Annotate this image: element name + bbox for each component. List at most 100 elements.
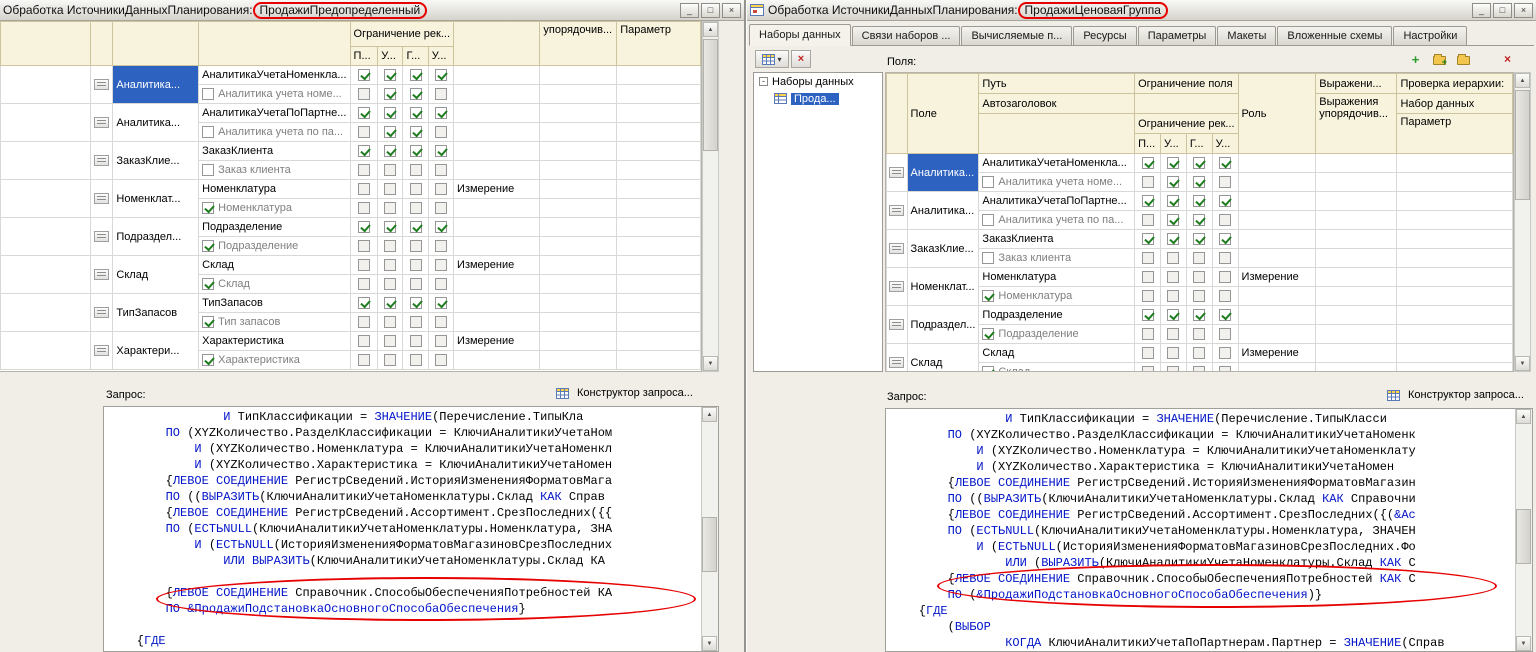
ordering-expression-cell[interactable] [1316, 249, 1397, 268]
checkbox-checked[interactable] [202, 240, 214, 252]
row-grip-cell[interactable] [90, 218, 113, 256]
field-path-cell[interactable]: Склад [199, 256, 350, 275]
ordering-expression-cell[interactable] [540, 256, 617, 275]
role-cell[interactable] [454, 85, 540, 104]
role-cell[interactable] [454, 275, 540, 294]
role-cell[interactable] [1238, 306, 1316, 325]
checkbox-checked[interactable] [202, 202, 214, 214]
checkbox-unchecked[interactable] [410, 164, 422, 176]
checkbox-unchecked[interactable] [358, 278, 370, 290]
field-path-cell[interactable]: АналитикаУчетаПоПартне... [199, 104, 350, 123]
autotitle-cell[interactable]: Заказ клиента [979, 249, 1135, 268]
ordering-expression-cell[interactable] [1316, 211, 1397, 230]
checkbox-checked[interactable] [410, 145, 422, 157]
scroll-down-arrow[interactable]: ▼ [1516, 636, 1531, 651]
row-grip-cell[interactable] [887, 230, 908, 268]
role-cell[interactable] [454, 237, 540, 256]
field-name-cell[interactable]: ЗаказКлие... [907, 230, 979, 268]
checkbox-checked[interactable] [435, 69, 447, 81]
ordering-expression-cell[interactable] [1316, 363, 1397, 373]
checkbox-checked[interactable] [1167, 176, 1179, 188]
checkbox-unchecked[interactable] [1167, 328, 1179, 340]
autotitle-cell[interactable]: Аналитика учета по па... [979, 211, 1135, 230]
ordering-expression-cell[interactable] [1316, 287, 1397, 306]
role-cell[interactable] [454, 123, 540, 142]
field-name-cell[interactable]: Аналитика... [113, 104, 199, 142]
checkbox-checked[interactable] [384, 126, 396, 138]
field-path-cell[interactable]: ТипЗапасов [199, 294, 350, 313]
checkbox-checked[interactable] [1219, 309, 1231, 321]
maximize-button[interactable]: □ [1493, 3, 1512, 18]
parameter-cell[interactable] [617, 199, 701, 218]
checkbox-checked[interactable] [1167, 157, 1179, 169]
ordering-expression-cell[interactable] [540, 66, 617, 85]
tab-3[interactable]: Вычисляемые п... [961, 26, 1072, 45]
role-cell[interactable] [454, 199, 540, 218]
parameter-cell[interactable] [617, 351, 701, 370]
checkbox-unchecked[interactable] [1219, 214, 1231, 226]
tab-1[interactable]: Наборы данных [749, 24, 851, 46]
checkbox-checked[interactable] [410, 126, 422, 138]
checkbox-unchecked[interactable] [435, 183, 447, 195]
parameter-cell[interactable] [617, 275, 701, 294]
checkbox-unchecked[interactable] [410, 316, 422, 328]
table-scrollbar[interactable]: ▲ ▼ [702, 21, 719, 372]
role-cell[interactable] [454, 104, 540, 123]
field-path-cell[interactable]: АналитикаУчетаПоПартне... [979, 192, 1135, 211]
field-name-cell[interactable]: Аналитика... [113, 66, 199, 104]
tree-item-dataset[interactable]: Прода... [754, 90, 882, 107]
checkbox-checked[interactable] [1219, 233, 1231, 245]
autotitle-cell[interactable]: Склад [979, 363, 1135, 373]
close-button[interactable]: × [1514, 3, 1533, 18]
checkbox-unchecked[interactable] [384, 335, 396, 347]
checkbox-unchecked[interactable] [410, 259, 422, 271]
ordering-expression-cell[interactable] [1316, 230, 1397, 249]
scroll-thumb[interactable] [1515, 90, 1530, 200]
checkbox-checked[interactable] [1142, 233, 1154, 245]
field-name-cell[interactable]: Характери... [113, 332, 199, 370]
role-cell[interactable] [1238, 230, 1316, 249]
add-field-button[interactable]: + [1407, 52, 1424, 68]
ordering-expression-cell[interactable] [540, 104, 617, 123]
autotitle-cell[interactable]: Номенклатура [199, 199, 350, 218]
role-cell[interactable] [454, 313, 540, 332]
ordering-expression-cell[interactable] [1316, 192, 1397, 211]
row-grip-cell[interactable] [90, 256, 113, 294]
checkbox-unchecked[interactable] [435, 259, 447, 271]
row-grip-cell[interactable] [887, 154, 908, 192]
checkbox-unchecked[interactable] [1219, 366, 1231, 372]
ordering-expression-cell[interactable] [540, 313, 617, 332]
role-cell[interactable] [454, 351, 540, 370]
parameter-cell[interactable] [1397, 325, 1513, 344]
tree-root-datasets[interactable]: - Наборы данных [754, 73, 882, 90]
checkbox-checked[interactable] [410, 88, 422, 100]
role-cell[interactable] [454, 161, 540, 180]
parameter-cell[interactable] [1397, 173, 1513, 192]
checkbox-unchecked[interactable] [358, 183, 370, 195]
checkbox-checked[interactable] [1142, 157, 1154, 169]
checkbox-unchecked[interactable] [1167, 252, 1179, 264]
checkbox-checked[interactable] [1167, 214, 1179, 226]
checkbox-unchecked[interactable] [1167, 366, 1179, 372]
field-path-cell[interactable]: Подразделение [979, 306, 1135, 325]
checkbox-unchecked[interactable] [384, 278, 396, 290]
autotitle-cell[interactable]: Тип запасов [199, 313, 350, 332]
row-grip-cell[interactable] [887, 344, 908, 373]
checkbox-unchecked[interactable] [435, 354, 447, 366]
ordering-expression-cell[interactable] [540, 180, 617, 199]
ordering-expression-cell[interactable] [1316, 306, 1397, 325]
field-name-cell[interactable]: Аналитика... [907, 154, 979, 192]
checkbox-checked[interactable] [358, 297, 370, 309]
autotitle-cell[interactable]: Номенклатура [979, 287, 1135, 306]
ordering-expression-cell[interactable] [540, 85, 617, 104]
checkbox-unchecked[interactable] [1193, 290, 1205, 302]
tab-2[interactable]: Связи наборов ... [852, 26, 961, 45]
checkbox-checked[interactable] [358, 221, 370, 233]
checkbox-unchecked[interactable] [410, 240, 422, 252]
checkbox-checked[interactable] [384, 88, 396, 100]
parameter-cell[interactable] [617, 142, 701, 161]
role-cell[interactable] [1238, 325, 1316, 344]
field-path-cell[interactable]: АналитикаУчетаНоменкла... [979, 154, 1135, 173]
checkbox-unchecked[interactable] [1142, 271, 1154, 283]
field-path-cell[interactable]: Характеристика [199, 332, 350, 351]
